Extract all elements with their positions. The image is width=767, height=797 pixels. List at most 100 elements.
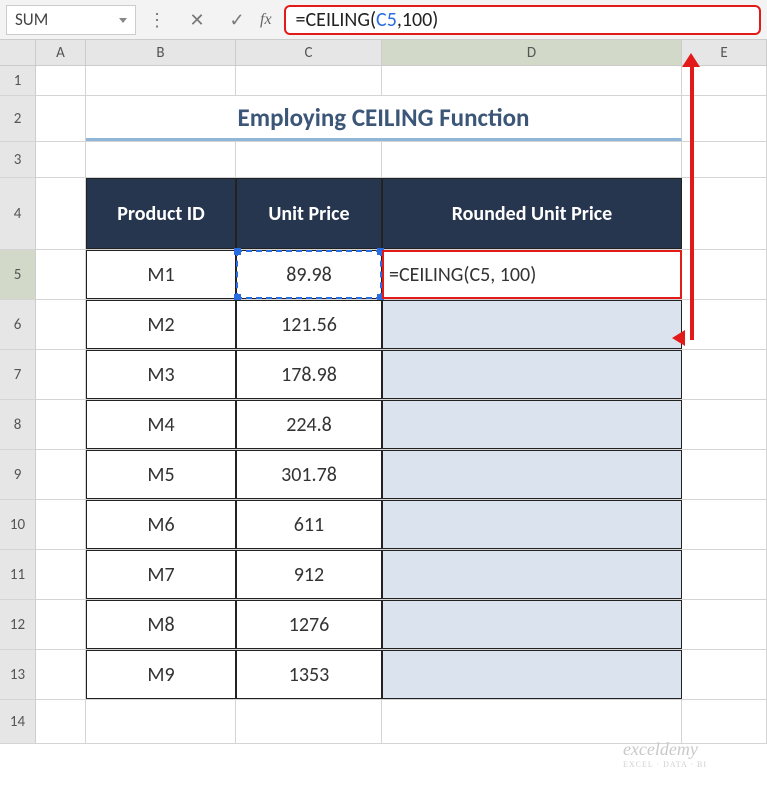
cell-A5[interactable]: [36, 250, 86, 299]
cell-A9[interactable]: [36, 450, 86, 499]
row-10: 10 M6 611: [0, 500, 767, 550]
cell-D10[interactable]: [382, 500, 682, 549]
row-header-9[interactable]: 9: [0, 450, 36, 499]
cell-B5[interactable]: M1: [86, 250, 236, 299]
cell-C3[interactable]: [236, 142, 382, 177]
header-rounded-price[interactable]: Rounded Unit Price: [382, 178, 682, 249]
cell-C9[interactable]: 301.78: [236, 450, 382, 499]
row-header-7[interactable]: 7: [0, 350, 36, 399]
cell-E7[interactable]: [682, 350, 767, 399]
cell-D1[interactable]: [382, 66, 682, 95]
cell-B12[interactable]: M8: [86, 600, 236, 649]
cell-A3[interactable]: [36, 142, 86, 177]
cell-A2[interactable]: [36, 96, 86, 141]
col-header-B[interactable]: B: [86, 40, 236, 65]
row-header-10[interactable]: 10: [0, 500, 36, 549]
cell-D6[interactable]: [382, 300, 682, 349]
watermark-text: exceldemy: [623, 739, 698, 759]
row-header-14[interactable]: 14: [0, 700, 36, 743]
cell-A8[interactable]: [36, 400, 86, 449]
header-unit-price[interactable]: Unit Price: [236, 178, 382, 249]
accept-icon[interactable]: ✓: [226, 9, 248, 31]
cell-E10[interactable]: [682, 500, 767, 549]
cell-B8[interactable]: M4: [86, 400, 236, 449]
cell-D3[interactable]: [382, 142, 682, 177]
cell-E9[interactable]: [682, 450, 767, 499]
cell-A11[interactable]: [36, 550, 86, 599]
cell-B6[interactable]: M2: [86, 300, 236, 349]
cell-E8[interactable]: [682, 400, 767, 449]
cancel-icon[interactable]: ✕: [186, 9, 208, 31]
row-5: 5 M1 89.98 =CEILING(C5, 100): [0, 250, 767, 300]
cell-C5[interactable]: 89.98: [236, 250, 382, 299]
cell-A14[interactable]: [36, 700, 86, 743]
cell-E13[interactable]: [682, 650, 767, 699]
title-cell[interactable]: Employing CEILING Function: [86, 96, 682, 141]
select-all-corner[interactable]: [0, 40, 36, 65]
formula-input[interactable]: = CEILING ( C5 , 100 ): [284, 5, 761, 35]
cell-A7[interactable]: [36, 350, 86, 399]
row-header-2[interactable]: 2: [0, 96, 36, 141]
cell-E1[interactable]: [682, 66, 767, 95]
cell-E4[interactable]: [682, 178, 767, 249]
row-header-8[interactable]: 8: [0, 400, 36, 449]
cell-D13[interactable]: [382, 650, 682, 699]
cell-B11[interactable]: M7: [86, 550, 236, 599]
cell-A1[interactable]: [36, 66, 86, 95]
cell-D12[interactable]: [382, 600, 682, 649]
row-header-11[interactable]: 11: [0, 550, 36, 599]
cell-E6[interactable]: [682, 300, 767, 349]
cell-A4[interactable]: [36, 178, 86, 249]
cell-A12[interactable]: [36, 600, 86, 649]
name-box[interactable]: SUM: [6, 5, 136, 35]
fx-icon[interactable]: fx: [260, 11, 272, 29]
watermark: exceldemy EXCEL · DATA · BI: [623, 739, 707, 769]
cell-C12[interactable]: 1276: [236, 600, 382, 649]
cell-D5-editing[interactable]: =CEILING(C5, 100): [382, 250, 682, 299]
cell-E5[interactable]: [682, 250, 767, 299]
row-header-4[interactable]: 4: [0, 178, 36, 249]
cell-E11[interactable]: [682, 550, 767, 599]
cell-C7[interactable]: 178.98: [236, 350, 382, 399]
row-header-12[interactable]: 12: [0, 600, 36, 649]
cell-A6[interactable]: [36, 300, 86, 349]
row-8: 8 M4 224.8: [0, 400, 767, 450]
cell-B7[interactable]: M3: [86, 350, 236, 399]
cell-C10[interactable]: 611: [236, 500, 382, 549]
col-header-D[interactable]: D: [382, 40, 682, 65]
col-header-A[interactable]: A: [36, 40, 86, 65]
cell-B3[interactable]: [86, 142, 236, 177]
cell-D8[interactable]: [382, 400, 682, 449]
cell-C13[interactable]: 1353: [236, 650, 382, 699]
cell-C14[interactable]: [236, 700, 382, 743]
cell-B10[interactable]: M6: [86, 500, 236, 549]
cell-C6[interactable]: 121.56: [236, 300, 382, 349]
cell-D9[interactable]: [382, 450, 682, 499]
row-header-13[interactable]: 13: [0, 650, 36, 699]
row-14: 14: [0, 700, 767, 744]
cell-A13[interactable]: [36, 650, 86, 699]
cell-D7[interactable]: [382, 350, 682, 399]
cell-B14[interactable]: [86, 700, 236, 743]
cell-B13[interactable]: M9: [86, 650, 236, 699]
cell-E14[interactable]: [682, 700, 767, 743]
row-7: 7 M3 178.98: [0, 350, 767, 400]
cell-A10[interactable]: [36, 500, 86, 549]
row-header-1[interactable]: 1: [0, 66, 36, 95]
cell-C1[interactable]: [236, 66, 382, 95]
header-product-id[interactable]: Product ID: [86, 178, 236, 249]
cell-E12[interactable]: [682, 600, 767, 649]
col-header-C[interactable]: C: [236, 40, 382, 65]
cell-C8[interactable]: 224.8: [236, 400, 382, 449]
cell-B9[interactable]: M5: [86, 450, 236, 499]
cell-B1[interactable]: [86, 66, 236, 95]
cell-E3[interactable]: [682, 142, 767, 177]
row-header-6[interactable]: 6: [0, 300, 36, 349]
row-header-3[interactable]: 3: [0, 142, 36, 177]
cell-C11[interactable]: 912: [236, 550, 382, 599]
menu-dots-icon[interactable]: ⋮: [146, 9, 168, 31]
cell-D11[interactable]: [382, 550, 682, 599]
cell-E2[interactable]: [682, 96, 767, 141]
cell-D14[interactable]: [382, 700, 682, 743]
row-header-5[interactable]: 5: [0, 250, 36, 299]
